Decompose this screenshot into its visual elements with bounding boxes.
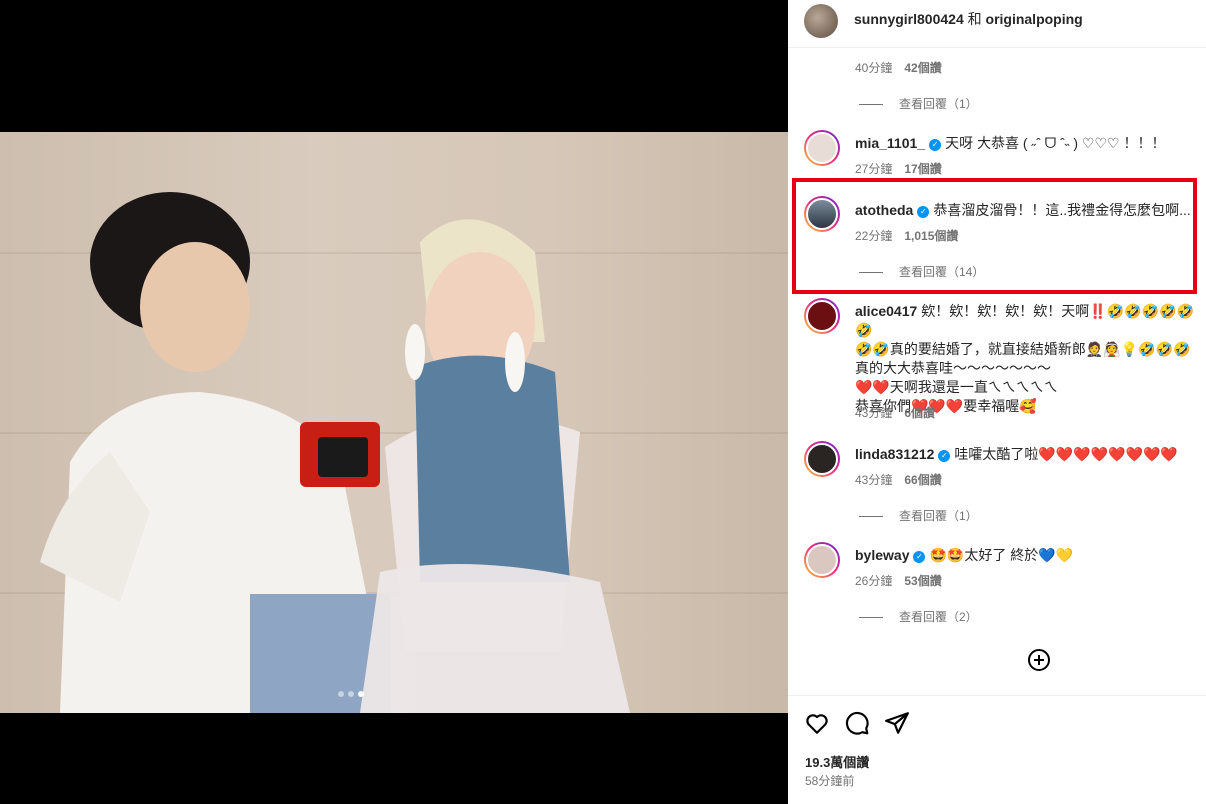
commenter-avatar[interactable] — [804, 130, 840, 166]
comment-like-count[interactable]: 17個讚 — [904, 162, 941, 176]
comment-text-line: 🤣🤣真的要結婚了，就直接結婚新郎🤵👰💡🤣🤣🤣 — [855, 341, 1191, 357]
comment-meta: 43分鐘 6個讚 — [855, 404, 935, 421]
comment-meta: 43分鐘 66個讚 — [855, 471, 942, 488]
comment-text: 哇嚯太酷了啦❤️❤️❤️❤️❤️❤️❤️❤️ — [954, 446, 1178, 462]
comment-time: 43分鐘 — [855, 406, 893, 420]
commenter-avatar[interactable] — [804, 441, 840, 477]
comment-body: byleway ✓ 🤩🤩太好了 終於💙💛 — [855, 546, 1195, 565]
comment-like-count[interactable]: 6個讚 — [904, 406, 935, 420]
replies-line — [859, 104, 883, 106]
comment-text-line: ❤️❤️天啊我還是一直ㄟㄟㄟㄟㄟ — [855, 379, 1058, 395]
comment-like-count[interactable]: 66個讚 — [904, 473, 941, 487]
comment-username[interactable]: linda831212 — [855, 446, 934, 462]
comment-like-count[interactable]: 53個讚 — [904, 574, 941, 588]
comment-meta: 40分鐘 42個讚 — [855, 59, 942, 76]
heart-icon[interactable] — [804, 710, 830, 736]
comment-text-line: 真的大大恭喜哇～～～～～～～ — [855, 360, 1051, 376]
comment-list[interactable]: 40分鐘 42個讚 查看回覆（1） mia_1101_ ✓ 天呀 大恭喜 ( ˶ˆ ᗜ… — [788, 48, 1206, 695]
comment-time: 26分鐘 — [855, 574, 893, 588]
authors-joiner: 和 — [967, 11, 982, 27]
share-icon[interactable] — [884, 710, 910, 736]
comment-username[interactable]: alice0417 — [855, 303, 917, 319]
post-photo[interactable] — [0, 132, 788, 713]
post-media — [0, 0, 788, 804]
verified-badge-icon: ✓ — [938, 450, 951, 462]
comment-body: mia_1101_ ✓ 天呀 大恭喜 ( ˶ˆ ᗜ ˆ˵ ) ♡♡♡ ！！！ — [855, 134, 1195, 153]
view-replies-button[interactable]: 查看回覆（2） — [859, 608, 978, 625]
comment-like-count[interactable]: 42個讚 — [904, 61, 941, 75]
comment-text: 天呀 大恭喜 ( ˶ˆ ᗜ ˆ˵ ) ♡♡♡ ！！！ — [945, 135, 1166, 151]
comment-icon[interactable] — [844, 710, 870, 736]
coauthor-username[interactable]: originalpoping — [986, 11, 1083, 27]
verified-badge-icon: ✓ — [913, 551, 926, 563]
comment-time: 40分鐘 — [855, 61, 893, 75]
carousel-dot[interactable] — [348, 691, 354, 697]
comment-body: alice0417 欸！欸！欸！欸！欸！天啊‼️🤣🤣🤣🤣🤣🤣 🤣🤣真的要結婚了，就… — [855, 302, 1195, 416]
view-replies-label: 查看回覆（1） — [899, 509, 978, 523]
commenter-avatar[interactable] — [804, 542, 840, 578]
highlight-box — [792, 178, 1197, 294]
replies-line — [859, 516, 883, 518]
author-username[interactable]: sunnygirl800424 — [854, 11, 964, 27]
verified-badge-icon: ✓ — [929, 139, 942, 151]
view-replies-button[interactable]: 查看回覆（1） — [859, 95, 978, 112]
comment-time: 43分鐘 — [855, 473, 893, 487]
carousel-dot-active[interactable] — [358, 691, 364, 697]
couple-illustration — [40, 192, 630, 713]
post-authors: sunnygirl800424 和 originalpoping — [854, 9, 1083, 29]
view-replies-label: 查看回覆（1） — [899, 97, 978, 111]
carousel-dot[interactable] — [338, 691, 344, 697]
view-replies-label: 查看回覆（2） — [899, 610, 978, 624]
author-avatar[interactable] — [804, 4, 838, 38]
comment-meta: 27分鐘 17個讚 — [855, 160, 942, 177]
post-time: 58分鐘前 — [805, 774, 855, 788]
post-actions: 19.3萬個讚 58分鐘前 — [788, 695, 1206, 804]
comment-time: 27分鐘 — [855, 162, 893, 176]
comment-username[interactable]: byleway — [855, 547, 909, 563]
carousel-dots — [338, 691, 364, 697]
comment-text: 🤩🤩太好了 終於💙💛 — [929, 547, 1074, 563]
plus-circle-icon[interactable] — [1027, 648, 1051, 672]
comments-panel: sunnygirl800424 和 originalpoping 40分鐘 42個… — [788, 0, 1206, 804]
like-count[interactable]: 19.3萬個讚 — [805, 752, 869, 771]
view-replies-button[interactable]: 查看回覆（1） — [859, 507, 978, 524]
comment-username[interactable]: mia_1101_ — [855, 135, 925, 151]
comment-meta: 26分鐘 53個讚 — [855, 572, 942, 589]
replies-line — [859, 617, 883, 619]
commenter-avatar[interactable] — [804, 298, 840, 334]
comment-body: linda831212 ✓ 哇嚯太酷了啦❤️❤️❤️❤️❤️❤️❤️❤️ — [855, 445, 1195, 464]
post-header: sunnygirl800424 和 originalpoping — [788, 0, 1206, 48]
